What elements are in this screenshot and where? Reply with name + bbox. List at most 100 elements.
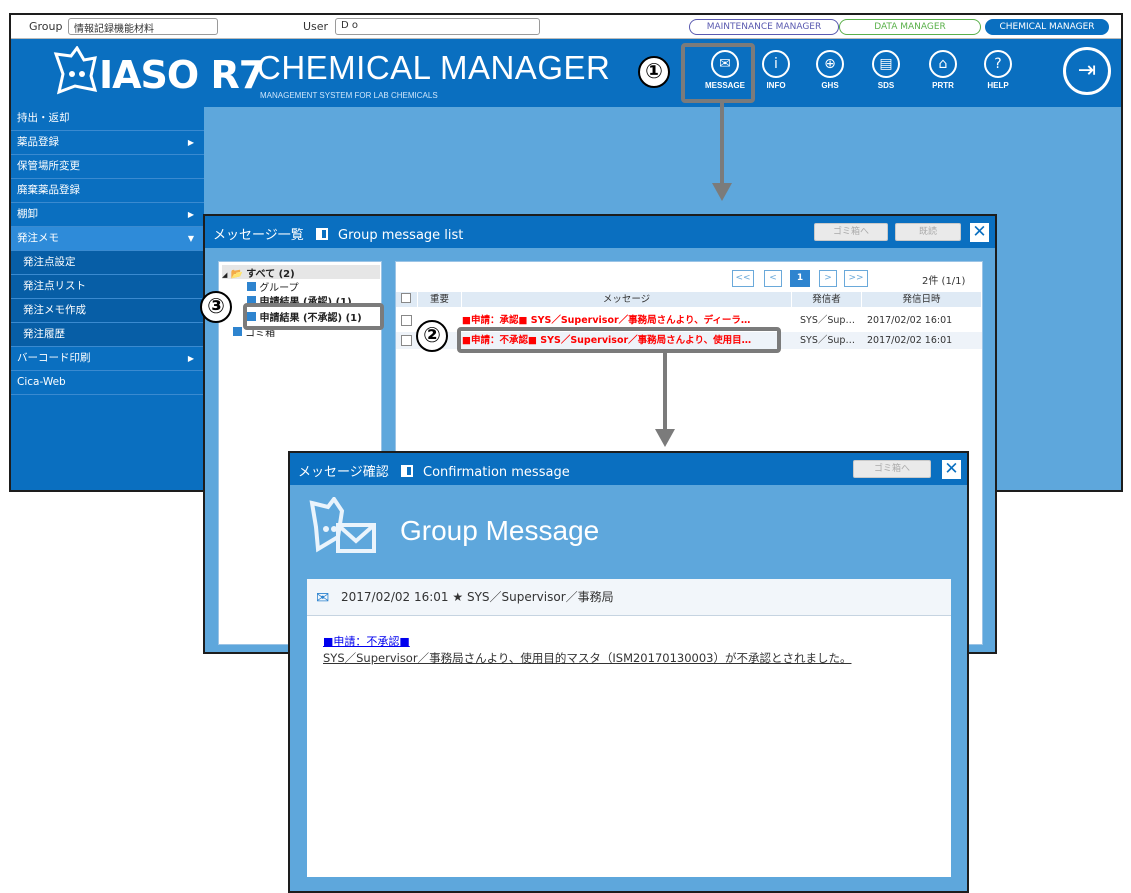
message-info: 2017/02/02 16:01 ★ SYS／Supervisor／事務局 bbox=[341, 590, 614, 604]
info-label: INFO bbox=[766, 81, 786, 90]
dialog-title-en: Confirmation message bbox=[423, 465, 570, 480]
logout-icon[interactable]: ⇥ bbox=[1063, 47, 1111, 95]
sidebar: 持出・返却 薬品登録 ▶ 保管場所変更 廃棄薬品登録 棚卸 ▶ 発注メモ ▼ 発注点設… bbox=[11, 107, 204, 490]
confirmation-dialog: メッセージ確認 Confirmation message ゴミ箱へ ✕ Grou… bbox=[288, 451, 969, 893]
sidebar-item-label: 発注履歴 bbox=[23, 328, 65, 340]
tree-item-group[interactable]: グループ bbox=[247, 279, 299, 294]
tree-item-all[interactable]: ◢ 📂 すべて (2) bbox=[222, 265, 380, 280]
message-list-title: メッセージ一覧 Group message list bbox=[213, 224, 463, 243]
envelope-icon: ✉ bbox=[316, 588, 330, 607]
prtr-button[interactable]: ⌂ PRTR bbox=[921, 50, 965, 90]
sidebar-item-order-history[interactable]: 発注履歴 bbox=[11, 323, 204, 347]
header-important[interactable]: 重要 bbox=[418, 292, 462, 307]
message-folder-icon bbox=[247, 282, 256, 291]
sidebar-item-order-point-settings[interactable]: 発注点設定 bbox=[11, 251, 204, 275]
row-date: 2017/02/02 16:01 bbox=[867, 315, 953, 326]
group-field[interactable]: 情報記録機能材料 bbox=[68, 18, 218, 35]
folder-icon: 📂 bbox=[230, 269, 244, 280]
dialog-title-en: Group message list bbox=[338, 228, 464, 243]
chemical-manager-tab[interactable]: CHEMICAL MANAGER bbox=[985, 19, 1109, 35]
logo-icon bbox=[53, 46, 98, 95]
app-title: CHEMICAL MANAGER bbox=[257, 49, 611, 86]
header: IASO R7 CHEMICAL MANAGER MANAGEMENT SYST… bbox=[11, 39, 1121, 107]
sidebar-item-order-memo[interactable]: 発注メモ ▼ bbox=[11, 227, 204, 251]
top-bar: Group 情報記録機能材料 User D o MAINTENANCE MANA… bbox=[11, 15, 1121, 39]
sidebar-item-checkout[interactable]: 持出・返却 bbox=[11, 107, 204, 131]
annotation-box-message bbox=[681, 43, 755, 103]
annotation-connector bbox=[720, 103, 724, 185]
divider-icon bbox=[400, 465, 413, 477]
mark-read-button[interactable]: 既読 bbox=[895, 223, 961, 241]
sidebar-item-create-order-memo[interactable]: 発注メモ作成 bbox=[11, 299, 204, 323]
row-checkbox[interactable] bbox=[401, 335, 412, 346]
sidebar-item-chemical-registration[interactable]: 薬品登録 ▶ bbox=[11, 131, 204, 155]
row-date: 2017/02/02 16:01 bbox=[867, 335, 953, 346]
triangle-right-icon: ▶ bbox=[187, 210, 194, 219]
info-icon: i bbox=[762, 50, 790, 78]
sidebar-item-label: 発注メモ作成 bbox=[23, 304, 86, 316]
last-page-button[interactable]: >> bbox=[844, 270, 868, 287]
message-subject-link[interactable]: ■申請：不承認■ bbox=[323, 633, 410, 649]
user-field[interactable]: D o bbox=[335, 18, 540, 35]
first-page-button[interactable]: << bbox=[732, 270, 754, 287]
group-message-heading: Group Message bbox=[400, 515, 599, 547]
close-icon[interactable]: ✕ bbox=[969, 222, 990, 243]
help-button[interactable]: ? HELP bbox=[976, 50, 1020, 90]
sds-button[interactable]: ▤ SDS bbox=[864, 50, 908, 90]
select-all-checkbox[interactable] bbox=[401, 293, 411, 303]
sidebar-item-storage-change[interactable]: 保管場所変更 bbox=[11, 155, 204, 179]
sidebar-item-label: 廃棄薬品登録 bbox=[17, 184, 80, 196]
question-icon: ? bbox=[984, 50, 1012, 78]
annotation-arrow-icon bbox=[655, 429, 675, 447]
sidebar-item-barcode-print[interactable]: バーコード印刷 ▶ bbox=[11, 347, 204, 371]
confirmation-titlebar: メッセージ確認 Confirmation message ゴミ箱へ ✕ bbox=[290, 453, 967, 485]
triangle-down-icon: ▼ bbox=[187, 234, 194, 243]
close-icon[interactable]: ✕ bbox=[941, 459, 962, 480]
trash-folder-icon bbox=[233, 327, 242, 336]
user-label: User bbox=[303, 20, 329, 33]
help-label: HELP bbox=[987, 81, 1009, 90]
sidebar-item-label: 発注メモ bbox=[17, 232, 59, 244]
header-sender[interactable]: 発信者 bbox=[792, 292, 862, 307]
sidebar-item-label: 棚卸 bbox=[17, 208, 38, 220]
product-logo: IASO R7 bbox=[99, 53, 265, 97]
ghs-button[interactable]: ⊕ GHS bbox=[808, 50, 852, 90]
dialog-title-jp: メッセージ一覧 bbox=[213, 228, 304, 243]
sidebar-item-inventory[interactable]: 棚卸 ▶ bbox=[11, 203, 204, 227]
maintenance-manager-tab[interactable]: MAINTENANCE MANAGER bbox=[689, 19, 839, 35]
message-text: SYS／Supervisor／事務局さんより、使用目的マスタ（ISM201701… bbox=[323, 651, 852, 665]
heading-bold: Message bbox=[485, 515, 600, 546]
header-select bbox=[396, 292, 418, 307]
message-count: 2件 (1/1) bbox=[922, 276, 966, 287]
sidebar-item-label: 薬品登録 bbox=[17, 136, 59, 148]
sidebar-item-label: 発注点設定 bbox=[23, 256, 76, 268]
prev-page-button[interactable]: < bbox=[764, 270, 782, 287]
ghs-label: GHS bbox=[821, 81, 839, 90]
annotation-arrow-icon bbox=[712, 183, 732, 201]
row-sender: SYS／Sup… bbox=[800, 335, 855, 346]
confirmation-title: メッセージ確認 Confirmation message bbox=[298, 461, 570, 480]
header-date[interactable]: 発信日時 bbox=[862, 292, 982, 307]
message-info-bar: ✉ 2017/02/02 16:01 ★ SYS／Supervisor／事務局 bbox=[307, 579, 951, 616]
annotation-box-row bbox=[457, 327, 781, 353]
triangle-right-icon: ▶ bbox=[187, 138, 194, 147]
trash-button[interactable]: ゴミ箱へ bbox=[853, 460, 931, 478]
sds-label: SDS bbox=[877, 81, 895, 90]
next-page-button[interactable]: > bbox=[819, 270, 837, 287]
row-checkbox[interactable] bbox=[401, 315, 412, 326]
factory-icon: ⌂ bbox=[929, 50, 957, 78]
trash-button[interactable]: ゴミ箱へ bbox=[814, 223, 888, 241]
page-1-button[interactable]: 1 bbox=[790, 270, 810, 287]
sidebar-item-disposal[interactable]: 廃棄薬品登録 bbox=[11, 179, 204, 203]
sidebar-item-label: 保管場所変更 bbox=[17, 160, 80, 172]
app-subtitle: MANAGEMENT SYSTEM FOR LAB CHEMICALS bbox=[260, 91, 438, 100]
header-message[interactable]: メッセージ bbox=[462, 292, 792, 307]
sidebar-item-cica-web[interactable]: Cica-Web bbox=[11, 371, 204, 395]
annotation-number-2: ② bbox=[416, 320, 448, 352]
heading-light: Group bbox=[400, 515, 486, 546]
data-manager-tab[interactable]: DATA MANAGER bbox=[839, 19, 981, 35]
info-button[interactable]: i INFO bbox=[754, 50, 798, 90]
sidebar-item-order-point-list[interactable]: 発注点リスト bbox=[11, 275, 204, 299]
sidebar-item-label: 持出・返却 bbox=[17, 112, 70, 124]
message-list-titlebar: メッセージ一覧 Group message list ゴミ箱へ 既読 ✕ bbox=[205, 216, 995, 248]
